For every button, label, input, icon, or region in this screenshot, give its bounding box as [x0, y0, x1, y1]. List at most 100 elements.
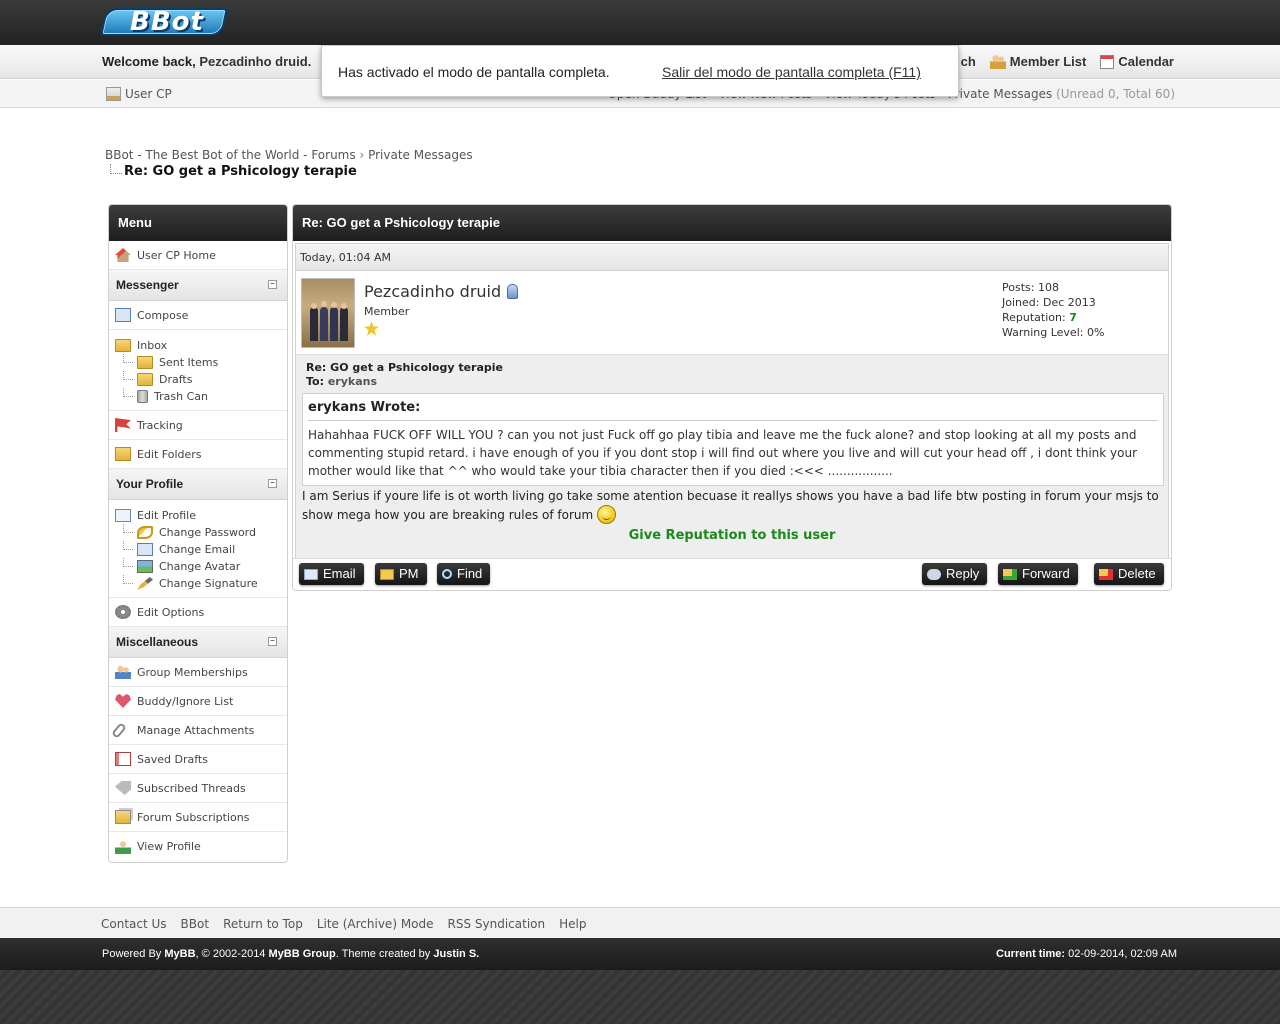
- misc-section-title: Miscellaneous: [116, 635, 199, 649]
- sidebar-item-label: Compose: [137, 308, 189, 322]
- menu-title: Menu: [109, 205, 287, 241]
- folders-group: Inbox Sent Items Drafts Trash Can: [109, 330, 287, 411]
- member-list-link[interactable]: Member List: [989, 54, 1086, 69]
- email-button[interactable]: Email: [299, 563, 364, 585]
- user-cp-icon: [106, 87, 121, 101]
- sidebar-item-edit-folders[interactable]: Edit Folders: [109, 440, 287, 469]
- sidebar-item-change-email[interactable]: Change Email: [115, 541, 287, 558]
- site-logo[interactable]: BBot: [100, 6, 228, 38]
- email-icon: [304, 568, 318, 580]
- sidebar-item-trash[interactable]: Trash Can: [115, 388, 287, 405]
- calendar-link[interactable]: Calendar: [1100, 54, 1174, 69]
- folder-icon: [137, 373, 153, 386]
- sidebar-item-change-password[interactable]: Change Password: [115, 524, 287, 541]
- help-link[interactable]: Help: [559, 917, 586, 931]
- pm-button[interactable]: PM: [375, 563, 427, 585]
- sidebar-item-attachments[interactable]: Manage Attachments: [109, 716, 287, 745]
- message-date: Today, 01:04 AM: [296, 244, 1168, 271]
- author-name: Pezcadinho druid: [364, 282, 519, 301]
- delete-icon: [1099, 568, 1113, 580]
- bbot-link[interactable]: BBot: [181, 917, 210, 931]
- user-cp-link[interactable]: User CP: [106, 87, 172, 101]
- give-reputation-link[interactable]: Give Reputation to this user: [296, 528, 1168, 543]
- private-messages-label: Private Messages: [947, 87, 1053, 101]
- sidebar-item-label: Forum Subscriptions: [137, 810, 250, 824]
- reply-button-label: Reply: [946, 566, 980, 581]
- avatar-figure-head: [331, 302, 337, 308]
- sidebar-item-label: Tracking: [137, 418, 183, 432]
- forward-button[interactable]: Forward: [998, 563, 1078, 585]
- reputation-value[interactable]: 7: [1069, 311, 1077, 324]
- search-link-fragment[interactable]: ch: [961, 54, 976, 69]
- author-info: Pezcadinho druid Member Posts: 108 Joine…: [296, 271, 1168, 355]
- sidebar-item-buddy-list[interactable]: Buddy/Ignore List: [109, 687, 287, 716]
- recipient-link[interactable]: erykans: [328, 375, 377, 388]
- breadcrumb-forums[interactable]: BBot - The Best Bot of the World - Forum…: [105, 148, 356, 162]
- footer-links: Contact Us BBot Return to Top Lite (Arch…: [101, 917, 586, 931]
- mybb-link[interactable]: MyBB: [164, 948, 195, 960]
- delete-button[interactable]: Delete: [1094, 563, 1164, 585]
- current-time: Current time: 02-09-2014, 02:09 AM: [996, 948, 1177, 960]
- breadcrumb-separator: ›: [359, 148, 365, 162]
- joined-label: Joined:: [1002, 296, 1040, 309]
- username-link[interactable]: Pezcadinho druid.: [199, 54, 311, 69]
- sidebar-item-forum-subscriptions[interactable]: Forum Subscriptions: [109, 803, 287, 832]
- sidebar-item-compose[interactable]: Compose: [109, 301, 287, 330]
- key-icon: [137, 526, 153, 539]
- forum-subscriptions-icon: [115, 810, 131, 824]
- welcome-text: Welcome back, Pezcadinho druid.: [102, 54, 311, 69]
- view-profile-icon: [115, 839, 131, 854]
- mybb-group-link[interactable]: MyBB Group: [269, 948, 336, 960]
- collapse-icon[interactable]: –: [268, 280, 277, 289]
- lite-mode-link[interactable]: Lite (Archive) Mode: [317, 917, 434, 931]
- folder-icon: [137, 356, 153, 369]
- avatar[interactable]: [301, 278, 355, 348]
- sidebar-item-group-memberships[interactable]: Group Memberships: [109, 658, 287, 687]
- fullscreen-message: Has activado el modo de pantalla complet…: [338, 64, 610, 80]
- sidebar-item-ucp-home[interactable]: User CP Home: [109, 241, 287, 270]
- sidebar-item-edit-profile[interactable]: Edit Profile: [115, 507, 287, 524]
- edit-folders-icon: [115, 447, 131, 461]
- sidebar-item-subscribed-threads[interactable]: Subscribed Threads: [109, 774, 287, 803]
- pm-counts: (Unread 0, Total 60): [1056, 87, 1175, 101]
- quote-header: erykans Wrote:: [308, 400, 1158, 421]
- sidebar-item-change-signature[interactable]: Change Signature: [115, 575, 287, 592]
- tree-branch: [123, 541, 133, 550]
- private-messages-link[interactable]: Private Messages (Unread 0, Total 60): [948, 87, 1175, 101]
- sidebar-item-saved-drafts[interactable]: Saved Drafts: [109, 745, 287, 774]
- current-time-label: Current time:: [996, 948, 1066, 960]
- pm-icon: [380, 568, 394, 580]
- find-button[interactable]: Find: [437, 563, 491, 585]
- message-body: Re: GO get a Pshicology terapie To: eryk…: [296, 355, 1168, 388]
- sidebar-item-tracking[interactable]: Tracking: [109, 411, 287, 440]
- misc-section-header: Miscellaneous –: [109, 627, 287, 658]
- return-to-top-link[interactable]: Return to Top: [223, 917, 303, 931]
- members-icon: [989, 54, 1006, 69]
- folder-icon: [115, 339, 131, 352]
- sidebar-item-edit-options[interactable]: Edit Options: [109, 598, 287, 627]
- exit-fullscreen-link[interactable]: Salir del modo de pantalla completa (F11…: [662, 64, 921, 80]
- sidebar-item-inbox[interactable]: Inbox: [115, 337, 287, 354]
- reply-button[interactable]: Reply: [922, 563, 988, 585]
- author-stats: Posts: 108 Joined: Dec 2013 Reputation: …: [1002, 280, 1104, 340]
- sidebar-item-sent[interactable]: Sent Items: [115, 354, 287, 371]
- breadcrumb: BBot - The Best Bot of the World - Forum…: [105, 148, 473, 162]
- author-name-link[interactable]: Pezcadinho druid: [364, 282, 501, 301]
- copyright-bar: Powered By MyBB, © 2002-2014 MyBB Group.…: [0, 938, 1280, 970]
- sidebar-item-label: Buddy/Ignore List: [137, 694, 234, 708]
- rss-link[interactable]: RSS Syndication: [448, 917, 546, 931]
- email-button-label: Email: [323, 566, 356, 581]
- top-links: ch Member List Calendar: [961, 54, 1174, 69]
- warning-value[interactable]: 0%: [1087, 326, 1104, 339]
- forward-icon: [1003, 568, 1017, 580]
- profile-group: Edit Profile Change Password Change Emai…: [109, 500, 287, 598]
- posts-stat: Posts: 108: [1002, 280, 1104, 295]
- sidebar-item-view-profile[interactable]: View Profile: [109, 832, 287, 861]
- sidebar-item-drafts[interactable]: Drafts: [115, 371, 287, 388]
- collapse-icon[interactable]: –: [268, 637, 277, 646]
- breadcrumb-private-messages[interactable]: Private Messages: [368, 148, 473, 162]
- collapse-icon[interactable]: –: [268, 479, 277, 488]
- sidebar-item-change-avatar[interactable]: Change Avatar: [115, 558, 287, 575]
- contact-us-link[interactable]: Contact Us: [101, 917, 167, 931]
- posts-label: Posts:: [1002, 281, 1035, 294]
